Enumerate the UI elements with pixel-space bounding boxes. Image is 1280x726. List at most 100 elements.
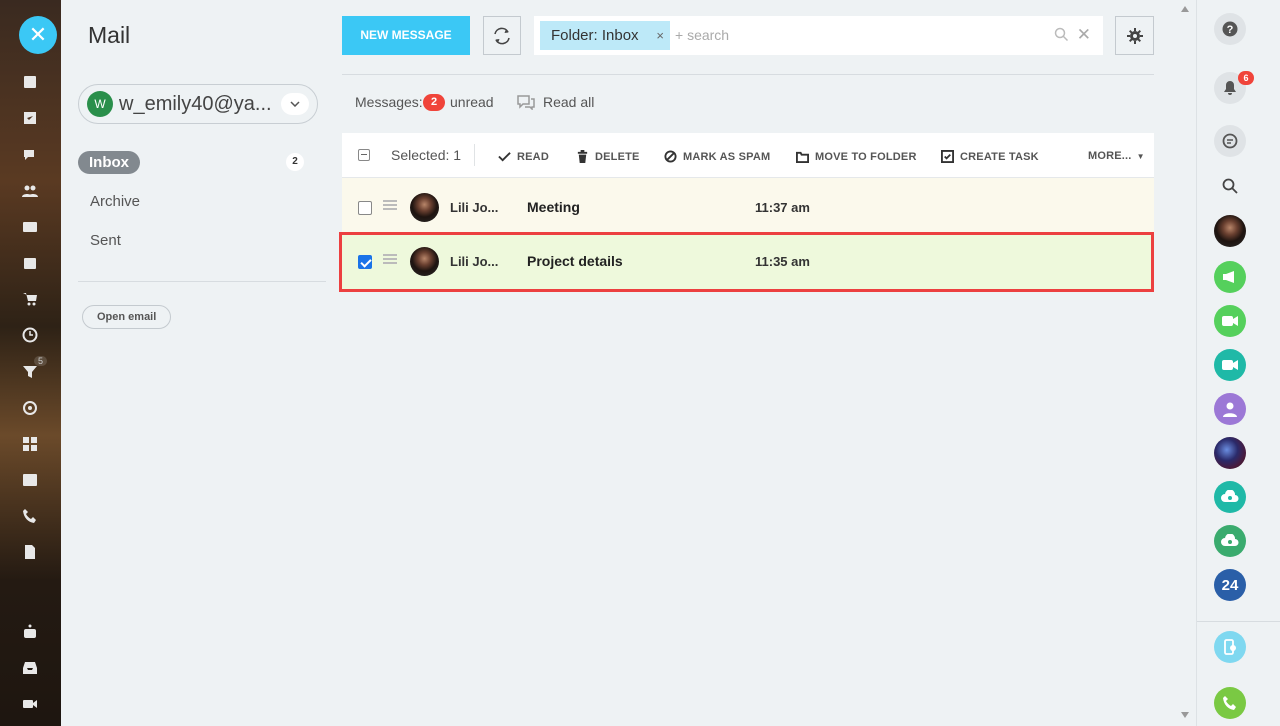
- row-checkbox-checked[interactable]: [358, 255, 372, 269]
- search-icon[interactable]: [1214, 170, 1246, 202]
- account-avatar: W: [87, 91, 113, 117]
- crm-icon[interactable]: [20, 217, 40, 237]
- folder-archive[interactable]: Archive: [90, 193, 140, 210]
- avatar: [410, 193, 439, 222]
- refresh-icon: [494, 27, 510, 44]
- checkmark-icon: [498, 152, 511, 162]
- shop-cart-icon[interactable]: [20, 289, 40, 309]
- inbox-count-badge: 2: [286, 153, 304, 171]
- read-all-button[interactable]: Read all: [543, 94, 594, 110]
- avatar[interactable]: [1214, 215, 1246, 247]
- video-icon[interactable]: [20, 694, 40, 714]
- chat-icon[interactable]: [20, 145, 40, 165]
- caret-down-icon: ▼: [1136, 151, 1145, 161]
- mobile-icon[interactable]: [1214, 631, 1246, 663]
- unread-count-badge: 2: [423, 94, 445, 111]
- avatar: [410, 247, 439, 276]
- document-icon[interactable]: [20, 542, 40, 562]
- scroll-up-arrow[interactable]: [1181, 6, 1189, 12]
- select-all-checkbox[interactable]: [358, 149, 370, 161]
- more-actions-button[interactable]: MORE... ▼: [1088, 150, 1145, 162]
- drag-handle-icon[interactable]: [383, 254, 397, 266]
- contacts-icon[interactable]: [20, 181, 40, 201]
- more-action-label: MORE...: [1088, 150, 1132, 162]
- svg-text:?: ?: [1227, 24, 1234, 36]
- task-icon: [941, 150, 954, 163]
- megaphone-icon[interactable]: [1214, 261, 1246, 293]
- robot-icon[interactable]: [20, 622, 40, 642]
- settings-button[interactable]: [1115, 16, 1154, 55]
- trash-icon: [577, 150, 588, 163]
- message-sender: Lili Jo...: [450, 254, 499, 269]
- filter-chip-close-icon[interactable]: ×: [656, 21, 664, 50]
- create-task-button[interactable]: CREATE TASK: [941, 150, 1039, 163]
- messages-counter-label: Messages:: [355, 94, 423, 110]
- page-title: Mail: [88, 22, 131, 48]
- spam-action-button[interactable]: MARK AS SPAM: [664, 150, 770, 163]
- feed-icon[interactable]: [20, 72, 40, 92]
- drag-handle-icon[interactable]: [383, 200, 397, 212]
- sites-icon[interactable]: [20, 470, 40, 490]
- help-icon[interactable]: ?: [1214, 13, 1246, 45]
- read-action-label: READ: [517, 150, 549, 163]
- search-input[interactable]: + search: [675, 27, 729, 43]
- phone-icon[interactable]: [20, 506, 40, 526]
- chevron-down-icon[interactable]: [281, 93, 309, 115]
- search-bar[interactable]: Folder: Inbox × + search ✕: [534, 16, 1103, 55]
- new-message-button[interactable]: NEW MESSAGE: [342, 16, 470, 55]
- move-to-folder-button[interactable]: MOVE TO FOLDER: [796, 150, 917, 163]
- row-checkbox[interactable]: [358, 201, 372, 215]
- message-subject[interactable]: Project details: [527, 253, 623, 269]
- phone-call-icon[interactable]: [1214, 687, 1246, 719]
- account-email: w_emily40@ya...: [119, 93, 272, 115]
- spam-action-label: MARK AS SPAM: [683, 150, 771, 163]
- filter-chip-label: Folder: Inbox: [551, 27, 639, 44]
- filter-chip-folder[interactable]: Folder: Inbox ×: [540, 21, 670, 50]
- group-avatar[interactable]: [1214, 437, 1246, 469]
- toolbar-divider: [342, 74, 1154, 75]
- folder-inbox[interactable]: Inbox: [78, 151, 140, 174]
- cloud-eye-icon[interactable]: [1214, 481, 1246, 513]
- message-subject[interactable]: Meeting: [527, 199, 580, 215]
- refresh-button[interactable]: [483, 16, 521, 55]
- delete-action-button[interactable]: DELETE: [576, 150, 640, 163]
- tasks-icon[interactable]: [20, 108, 40, 128]
- user-icon[interactable]: [1214, 393, 1246, 425]
- task-action-label: CREATE TASK: [960, 150, 1039, 163]
- search-clear-icon[interactable]: ✕: [1077, 25, 1091, 45]
- cloud-eye-icon[interactable]: [1214, 525, 1246, 557]
- read-all-icon[interactable]: [517, 94, 535, 115]
- account-selector[interactable]: W w_emily40@ya...: [78, 84, 318, 124]
- folder-sent[interactable]: Sent: [90, 232, 121, 249]
- close-icon[interactable]: ✕: [19, 16, 57, 54]
- right-rail: ? 6 24: [1196, 0, 1280, 726]
- chat-search-icon[interactable]: [1214, 125, 1246, 157]
- notification-badge: 6: [1238, 71, 1254, 85]
- table-row[interactable]: Lili Jo... Meeting 11:37 am: [342, 178, 1154, 233]
- message-sender: Lili Jo...: [450, 200, 499, 215]
- sidebar-divider: [78, 281, 326, 282]
- block-icon: [664, 150, 677, 163]
- inbox-tray-icon[interactable]: [20, 658, 40, 678]
- unread-label[interactable]: unread: [450, 94, 494, 110]
- folder-move-icon: [796, 151, 809, 163]
- video-call-icon[interactable]: [1214, 349, 1246, 381]
- message-time: 11:35 am: [755, 254, 810, 269]
- target-icon[interactable]: [20, 398, 40, 418]
- read-action-button[interactable]: READ: [498, 150, 549, 163]
- right-rail-divider: [1197, 621, 1280, 622]
- apps-grid-icon[interactable]: [20, 434, 40, 454]
- header-separator: [474, 144, 475, 166]
- clock-icon[interactable]: [20, 325, 40, 345]
- search-icon[interactable]: [1054, 27, 1069, 47]
- video-chat-icon[interactable]: [1214, 305, 1246, 337]
- message-list: Selected: 1 READ DELETE MARK AS SPAM MOV…: [339, 133, 1154, 293]
- bitrix24-icon[interactable]: 24: [1214, 569, 1246, 601]
- left-navigation-rail: ✕ 5: [0, 0, 61, 726]
- table-row-selected[interactable]: Lili Jo... Project details 11:35 am: [339, 232, 1154, 292]
- scroll-down-arrow[interactable]: [1181, 712, 1189, 718]
- gear-icon: [1126, 27, 1143, 44]
- calendar-icon[interactable]: [20, 253, 40, 273]
- open-email-button[interactable]: Open email: [82, 305, 172, 329]
- mail-sidebar: Mail W w_emily40@ya... Inbox 2 Archive S…: [62, 0, 342, 726]
